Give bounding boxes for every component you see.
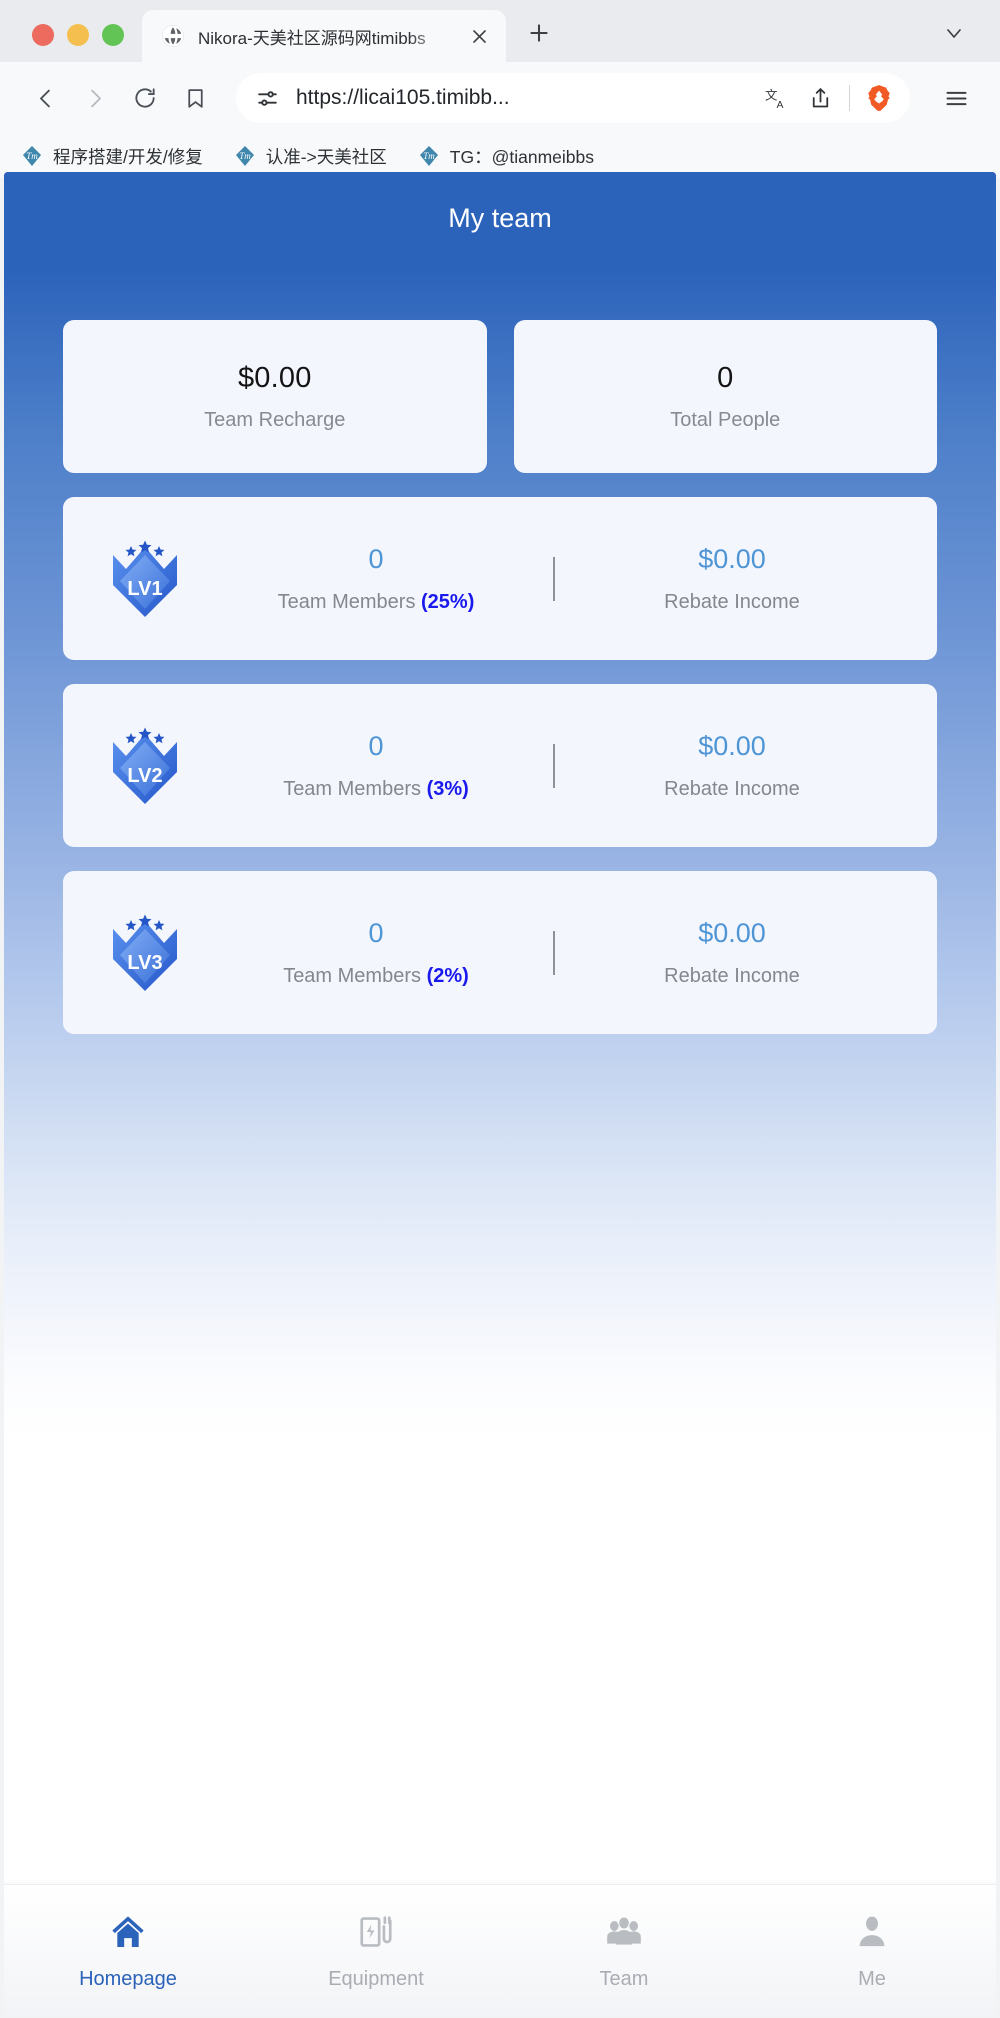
members-count: 0 [368, 543, 384, 574]
globe-icon [160, 23, 186, 49]
forward-arrow-icon[interactable] [72, 75, 118, 121]
bookmark-icon[interactable] [172, 75, 218, 121]
window-controls [0, 24, 124, 62]
page-title: My team [448, 202, 552, 233]
members-label-row: Team Members (3%) [283, 778, 469, 801]
person-icon [849, 1909, 895, 1955]
stat-label: Total People [670, 408, 781, 431]
hamburger-menu-icon[interactable] [934, 76, 978, 120]
brave-lion-icon[interactable] [864, 83, 894, 113]
stat-value: 0 [717, 361, 734, 394]
tab-team[interactable]: Team [500, 1909, 748, 1991]
tab-label: Equipment [328, 1967, 424, 1990]
rebate-label: Rebate Income [664, 777, 800, 800]
rebate-percent: (2%) [426, 964, 469, 987]
my-team-page: My team $0.00 Team Recharge 0 Total Peop… [4, 172, 996, 2014]
chevron-down-icon[interactable] [938, 17, 970, 49]
bottom-navigation-bar: Homepage Equipment Team Me [4, 1884, 996, 2014]
browser-toolbar: https://licai105.timibb... 文 A [0, 62, 1000, 134]
summary-stats-row: $0.00 Team Recharge 0 Total People [63, 320, 937, 473]
tm-site-icon: Tm [417, 144, 441, 168]
charging-station-icon [353, 1909, 399, 1955]
bookmark-label: 程序搭建/开发/修复 [53, 146, 203, 167]
badge-wrapper: LV2 [91, 726, 199, 806]
stat-value: $0.00 [237, 361, 312, 394]
url-text: https://licai105.timibb... [296, 86, 510, 109]
svg-text:A: A [776, 99, 783, 110]
tab-homepage[interactable]: Homepage [4, 1909, 252, 1991]
members-count: 0 [368, 730, 384, 761]
maximize-window-button[interactable] [102, 24, 124, 46]
rebate-percent: (25%) [421, 590, 475, 613]
toolbar-divider [849, 85, 850, 111]
svg-text:Tm: Tm [423, 151, 435, 161]
site-settings-icon[interactable] [252, 83, 282, 113]
tab-label: Team [599, 1967, 649, 1990]
level-card-lv1[interactable]: LV1 0 Team Members (25%) $0.00 Rebate In… [63, 497, 937, 660]
members-count: 0 [368, 917, 384, 948]
tab-label: Homepage [79, 1967, 177, 1990]
close-icon[interactable] [466, 23, 492, 49]
lv2-crown-badge-icon: LV2 [113, 727, 177, 804]
back-arrow-icon[interactable] [22, 75, 68, 121]
address-bar[interactable]: https://licai105.timibb... 文 A [236, 73, 910, 123]
stat-card-total-people[interactable]: 0 Total People [513, 320, 937, 473]
new-tab-button[interactable] [522, 16, 556, 50]
minimize-window-button[interactable] [67, 24, 89, 46]
badge-wrapper: LV3 [91, 913, 199, 993]
rebate-value: $0.00 [698, 543, 766, 574]
members-label: Team Members [277, 590, 416, 613]
bookmark-label: TG：@tianmeibbs [449, 146, 594, 167]
tm-site-icon: Tm [233, 144, 257, 168]
page-content: $0.00 Team Recharge 0 Total People LV1 0… [4, 264, 996, 1034]
members-label: Team Members [283, 777, 421, 800]
rebate-percent: (3%) [426, 777, 469, 800]
svg-text:LV3: LV3 [127, 952, 162, 974]
bookmark-item[interactable]: Tm 程序搭建/开发/修复 [20, 144, 203, 169]
browser-window: Nikora-天美社区源码网timibbs https://licai105.t… [0, 0, 1000, 2018]
members-label-row: Team Members (25%) [278, 591, 475, 614]
members-label: Team Members [283, 964, 421, 987]
close-window-button[interactable] [32, 24, 54, 46]
bookmark-item[interactable]: Tm 认准->天美社区 [233, 144, 387, 169]
lv1-crown-badge-icon: LV1 [113, 540, 177, 617]
bookmark-label: 认准->天美社区 [265, 146, 387, 167]
browser-titlebar: Nikora-天美社区源码网timibbs [0, 0, 1000, 62]
share-icon[interactable] [805, 83, 835, 113]
stat-label: Team Recharge [204, 408, 346, 431]
svg-text:LV2: LV2 [127, 765, 162, 787]
level-rebate-column: $0.00 Rebate Income [555, 731, 909, 801]
tab-label: Me [858, 1967, 886, 1990]
lv3-crown-badge-icon: LV3 [113, 914, 177, 991]
bookmark-item[interactable]: Tm TG：@tianmeibbs [417, 144, 594, 169]
tab-me[interactable]: Me [748, 1909, 996, 1991]
tm-site-icon: Tm [20, 144, 44, 168]
level-members-column: 0 Team Members (2%) [199, 918, 553, 988]
members-label-row: Team Members (2%) [283, 965, 469, 988]
svg-text:Tm: Tm [26, 151, 38, 161]
page-header: My team [4, 172, 996, 264]
people-group-icon [601, 1909, 647, 1955]
badge-wrapper: LV1 [91, 539, 199, 619]
tab-title: Nikora-天美社区源码网timibbs [198, 28, 426, 48]
rebate-value: $0.00 [698, 730, 766, 761]
rebate-value: $0.00 [698, 917, 766, 948]
level-members-column: 0 Team Members (3%) [199, 731, 553, 801]
svg-text:Tm: Tm [239, 151, 251, 161]
rebate-label: Rebate Income [664, 590, 800, 613]
level-card-lv3[interactable]: LV3 0 Team Members (2%) $0.00 Rebate Inc… [63, 871, 937, 1034]
reload-icon[interactable] [122, 75, 168, 121]
svg-text:LV1: LV1 [127, 578, 162, 600]
rebate-label: Rebate Income [664, 964, 800, 987]
page-viewport: My team $0.00 Team Recharge 0 Total Peop… [4, 172, 996, 2014]
tab-equipment[interactable]: Equipment [252, 1909, 500, 1991]
level-card-lv2[interactable]: LV2 0 Team Members (3%) $0.00 Rebate Inc… [63, 684, 937, 847]
level-rebate-column: $0.00 Rebate Income [555, 544, 909, 614]
translate-icon[interactable]: 文 A [761, 83, 791, 113]
home-icon [105, 1909, 151, 1955]
browser-tab[interactable]: Nikora-天美社区源码网timibbs [142, 10, 506, 62]
level-rebate-column: $0.00 Rebate Income [555, 918, 909, 988]
stat-card-team-recharge[interactable]: $0.00 Team Recharge [63, 320, 487, 473]
level-members-column: 0 Team Members (25%) [199, 544, 553, 614]
